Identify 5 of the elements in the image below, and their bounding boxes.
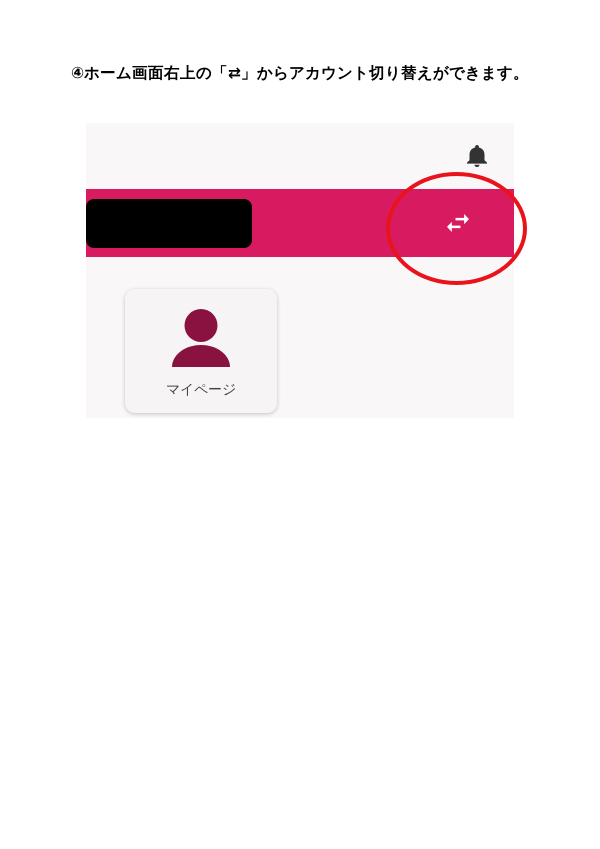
instruction-heading: ④ホーム画面右上の「⇄」からアカウント切り替えができます。 <box>70 63 530 84</box>
person-icon <box>172 309 230 367</box>
swap-arrows-icon[interactable] <box>447 214 469 232</box>
my-page-tile[interactable]: マイページ <box>125 289 277 413</box>
bell-icon[interactable] <box>467 145 487 167</box>
